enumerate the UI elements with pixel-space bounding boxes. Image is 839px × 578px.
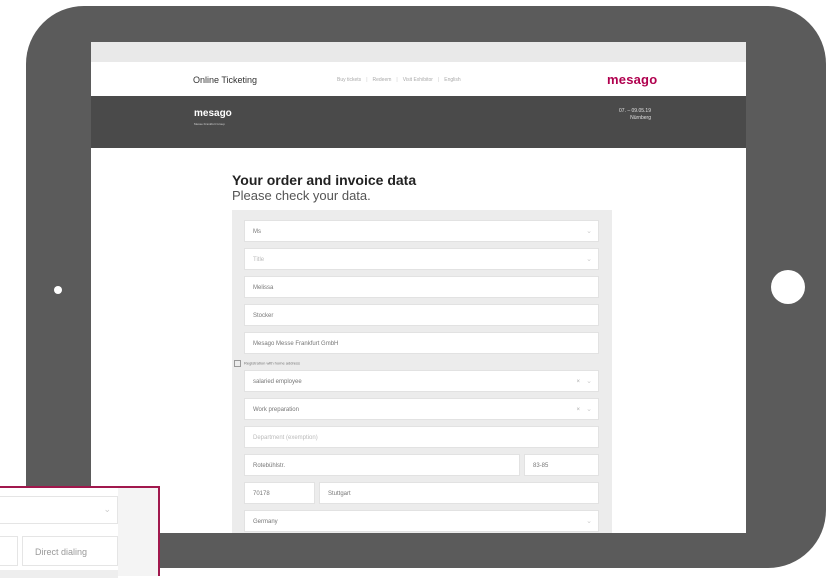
- home-address-label: Registration with home address: [244, 360, 301, 366]
- direct-dialing-field[interactable]: Direct dialing: [22, 536, 118, 566]
- inset-prefix-field[interactable]: [0, 536, 18, 566]
- country-select[interactable]: Germany ⌄: [244, 510, 599, 532]
- zip-field[interactable]: 70178: [244, 482, 315, 504]
- top-nav: Buy tickets | Redeem | Visit Exhibitor | Engli…: [337, 77, 461, 83]
- inset-select[interactable]: ⌄: [0, 496, 118, 524]
- department-select[interactable]: Work preparation × ⌄: [244, 398, 599, 420]
- position-select[interactable]: salaried employee × ⌄: [244, 370, 599, 392]
- department-value: Work preparation: [253, 407, 299, 413]
- chevron-down-icon: ⌄: [586, 228, 592, 235]
- chevron-down-icon: ⌄: [103, 504, 111, 514]
- mesago-logo[interactable]: mesago: [607, 72, 657, 87]
- inset-divider: [0, 570, 118, 578]
- event-date: 07. – 09.05.19: [619, 108, 651, 114]
- chevron-down-icon: ⌄: [586, 518, 592, 525]
- nav-redeem[interactable]: Redeem: [373, 77, 392, 83]
- country-value: Germany: [253, 519, 278, 525]
- banner-logo: mesago: [194, 108, 232, 119]
- banner-tagline: Messe Frankfurt Group: [194, 122, 225, 126]
- house-number-field[interactable]: 83-85: [524, 454, 599, 476]
- inset-side-panel: [118, 488, 158, 576]
- clear-icon[interactable]: ×: [576, 371, 580, 393]
- nav-divider: |: [396, 77, 398, 83]
- company-field[interactable]: Mesago Messe Frankfurt GmbH: [244, 332, 599, 354]
- position-value: salaried employee: [253, 379, 302, 385]
- chevron-down-icon: ⌄: [586, 406, 592, 413]
- zoom-inset: ⌄ Direct dialing: [0, 486, 160, 578]
- chevron-down-icon: ⌄: [586, 256, 592, 263]
- clear-icon[interactable]: ×: [576, 399, 580, 421]
- invoice-form: Ms ⌄ Title ⌄ Melissa Stocker Mesago Messe …: [232, 210, 612, 533]
- department-exemption-field[interactable]: Department (exemption): [244, 426, 599, 448]
- first-name-field[interactable]: Melissa: [244, 276, 599, 298]
- event-banner: mesago Messe Frankfurt Group 07. – 09.05…: [91, 96, 746, 148]
- home-address-checkbox[interactable]: [234, 360, 241, 367]
- title-placeholder: Title: [253, 257, 265, 263]
- title-select[interactable]: Title ⌄: [244, 248, 599, 270]
- chevron-down-icon: ⌄: [586, 378, 592, 385]
- nav-buy-tickets[interactable]: Buy tickets: [337, 77, 361, 83]
- home-button[interactable]: [771, 270, 805, 304]
- last-name-field[interactable]: Stocker: [244, 304, 599, 326]
- event-place: Nürnberg: [630, 115, 651, 121]
- salutation-value: Ms: [253, 229, 261, 235]
- nav-visit-exhibitor[interactable]: Visit Exhibitor: [403, 77, 433, 83]
- nav-divider: |: [437, 77, 440, 83]
- page-subtitle: Please check your data.: [232, 188, 371, 203]
- language-select[interactable]: English: [444, 77, 460, 83]
- site-header: Online Ticketing Buy tickets | Redeem | Visi…: [91, 62, 746, 96]
- page-title: Your order and invoice data: [232, 172, 417, 188]
- city-field[interactable]: Stuttgart: [319, 482, 599, 504]
- tablet-screen: Online Ticketing Buy tickets | Redeem | Visi…: [91, 42, 746, 533]
- camera-dot: [54, 286, 62, 294]
- street-field[interactable]: Rotebühlstr.: [244, 454, 520, 476]
- nav-divider: |: [366, 77, 368, 83]
- site-title: Online Ticketing: [193, 75, 258, 85]
- salutation-select[interactable]: Ms ⌄: [244, 220, 599, 242]
- home-address-checkbox-row[interactable]: Registration with home address: [234, 360, 300, 367]
- browser-bar: [91, 42, 746, 63]
